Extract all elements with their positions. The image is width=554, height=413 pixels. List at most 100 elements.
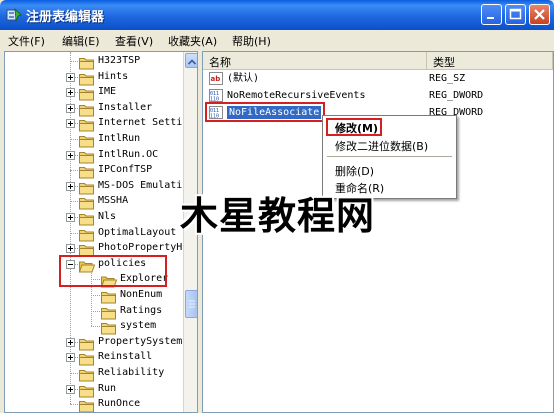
menu-edit[interactable]: 编辑(E): [62, 33, 100, 49]
tree-node[interactable]: IPConfTSP: [5, 163, 183, 179]
tree-node-label: IntlRun.OC: [98, 148, 159, 160]
expand-plus-icon[interactable]: [66, 213, 75, 222]
expand-plus-icon[interactable]: [66, 181, 75, 191]
value-type: REG_DWORD: [429, 90, 484, 101]
tree-node[interactable]: MS-DOS Emulati: [5, 179, 183, 195]
tree-node-label: RunOnce: [98, 398, 141, 410]
registry-tree[interactable]: H323TSP Hints IME Installer Internet Setti In…: [4, 51, 198, 413]
expand-plus-icon[interactable]: [66, 353, 75, 363]
expand-plus-icon[interactable]: [66, 103, 75, 113]
menu-item-label: 修改二进位数据(B): [335, 140, 429, 153]
tree-node-label: PropertySystem: [98, 335, 183, 347]
tree-node-label: PhotoPropertyH: [98, 242, 183, 254]
menu-favorites[interactable]: 收藏夹(A): [168, 33, 217, 49]
regedit-icon: [6, 7, 22, 22]
folder-icon: [79, 55, 95, 70]
column-header-type[interactable]: 类型: [427, 52, 553, 70]
menu-bar: 文件(F) 编辑(E) 查看(V) 收藏夹(A) 帮助(H): [0, 30, 554, 50]
folder-icon: [79, 180, 95, 195]
expand-plus-icon[interactable]: [66, 244, 75, 254]
menu-file[interactable]: 文件(F): [8, 33, 45, 49]
tree-node-label: Run: [98, 382, 117, 394]
folder-icon: [79, 351, 95, 366]
tree-node[interactable]: H323TSP: [5, 54, 183, 70]
tree-node[interactable]: IntlRun: [5, 132, 183, 148]
folder-icon: [79, 383, 95, 398]
expand-plus-icon[interactable]: [66, 88, 75, 98]
tree-guide-line: [91, 295, 100, 296]
column-name-label: 名称: [209, 56, 231, 69]
folder-icon: [79, 86, 95, 101]
folder-icon: [79, 242, 95, 257]
tree-guide-line: [91, 310, 100, 312]
tree-node-label: Reinstall: [98, 351, 153, 363]
tree-node[interactable]: Ratings: [5, 304, 183, 320]
value-name: (默认): [227, 73, 260, 84]
tree-node-label: OptimalLayout: [98, 226, 177, 238]
tree-node[interactable]: OptimalLayout: [5, 226, 183, 242]
scroll-up-button[interactable]: [185, 53, 197, 68]
expand-plus-icon[interactable]: [66, 119, 75, 129]
tree-node[interactable]: Reliability: [5, 366, 183, 382]
tree-node-label: Installer: [98, 101, 153, 113]
maximize-button[interactable]: [505, 4, 526, 25]
tree-node[interactable]: PropertySystem: [5, 335, 183, 351]
menu-item-label: 删除(D): [335, 165, 375, 178]
folder-icon: [79, 164, 95, 179]
value-row[interactable]: ab (默认) REG_SZ: [203, 71, 553, 87]
maximize-icon: [509, 8, 522, 20]
tree-node[interactable]: Reinstall: [5, 350, 183, 366]
column-header-name[interactable]: 名称: [203, 52, 427, 70]
title-bar[interactable]: 注册表编辑器: [0, 0, 554, 30]
watermark-text: 木星教程网: [180, 194, 376, 238]
folder-icon: [79, 195, 95, 210]
tree-node-label: IntlRun: [98, 133, 141, 144]
tree-node-label: Nls: [98, 211, 117, 222]
tree-node-label: MS-DOS Emulati: [98, 179, 183, 191]
column-type-label: 类型: [433, 56, 455, 69]
string-value-icon: ab: [209, 72, 223, 85]
expand-plus-icon[interactable]: [66, 337, 75, 347]
regedit-window: 注册表编辑器 文件(F) 编辑(E) 查看(V) 收藏夹(A) 帮助(H) H3…: [0, 0, 554, 413]
tree-node[interactable]: NonEnum: [5, 288, 183, 304]
expand-plus-icon[interactable]: [66, 384, 75, 394]
value-name: NoRemoteRecursiveEvents: [227, 90, 366, 101]
tree-node[interactable]: Installer: [5, 101, 183, 117]
tree-node[interactable]: IME: [5, 85, 183, 101]
menu-item-delete[interactable]: 删除(D): [325, 161, 454, 178]
tree-node-label: Reliability: [98, 367, 165, 378]
tree-node[interactable]: system: [5, 319, 183, 335]
tree-node[interactable]: Internet Setti: [5, 116, 183, 132]
menu-item-modify-binary[interactable]: 修改二进位数据(B): [325, 136, 454, 153]
tree-node[interactable]: RunOnce: [5, 397, 183, 412]
highlight-box-value: [205, 102, 325, 122]
tree-guide-line: [70, 232, 78, 234]
expand-plus-icon[interactable]: [66, 72, 75, 82]
tree-guide-line: [70, 61, 78, 62]
minimize-button[interactable]: [481, 4, 502, 25]
close-button[interactable]: [529, 4, 550, 25]
tree-node[interactable]: IntlRun.OC: [5, 148, 183, 164]
tree-node[interactable]: Run: [5, 382, 183, 398]
tree-node[interactable]: Nls: [5, 210, 183, 226]
tree-node-label: H323TSP: [98, 55, 141, 66]
tree-node[interactable]: MSSHA: [5, 194, 183, 210]
tree-node-label: IPConfTSP: [98, 164, 153, 176]
menu-view[interactable]: 查看(V): [115, 33, 153, 49]
folder-icon: [79, 71, 95, 86]
window-title: 注册表编辑器: [26, 10, 105, 25]
minimize-icon: [487, 17, 494, 19]
tree-guide-line: [70, 373, 78, 374]
tree-node[interactable]: PhotoPropertyH: [5, 241, 183, 257]
highlight-box-modify: [326, 118, 382, 136]
tree-guide-line: [91, 326, 100, 328]
tree-node[interactable]: Hints: [5, 70, 183, 86]
scroll-thumb[interactable]: [185, 290, 197, 318]
menu-separator: [327, 156, 452, 157]
expand-plus-icon[interactable]: [66, 150, 75, 160]
tree-node-label: IME: [98, 86, 117, 98]
menu-help[interactable]: 帮助(H): [232, 33, 271, 49]
tree-node-label: MSSHA: [98, 195, 129, 207]
chevron-up-icon: [187, 59, 197, 65]
tree-guide-line: [70, 404, 78, 406]
